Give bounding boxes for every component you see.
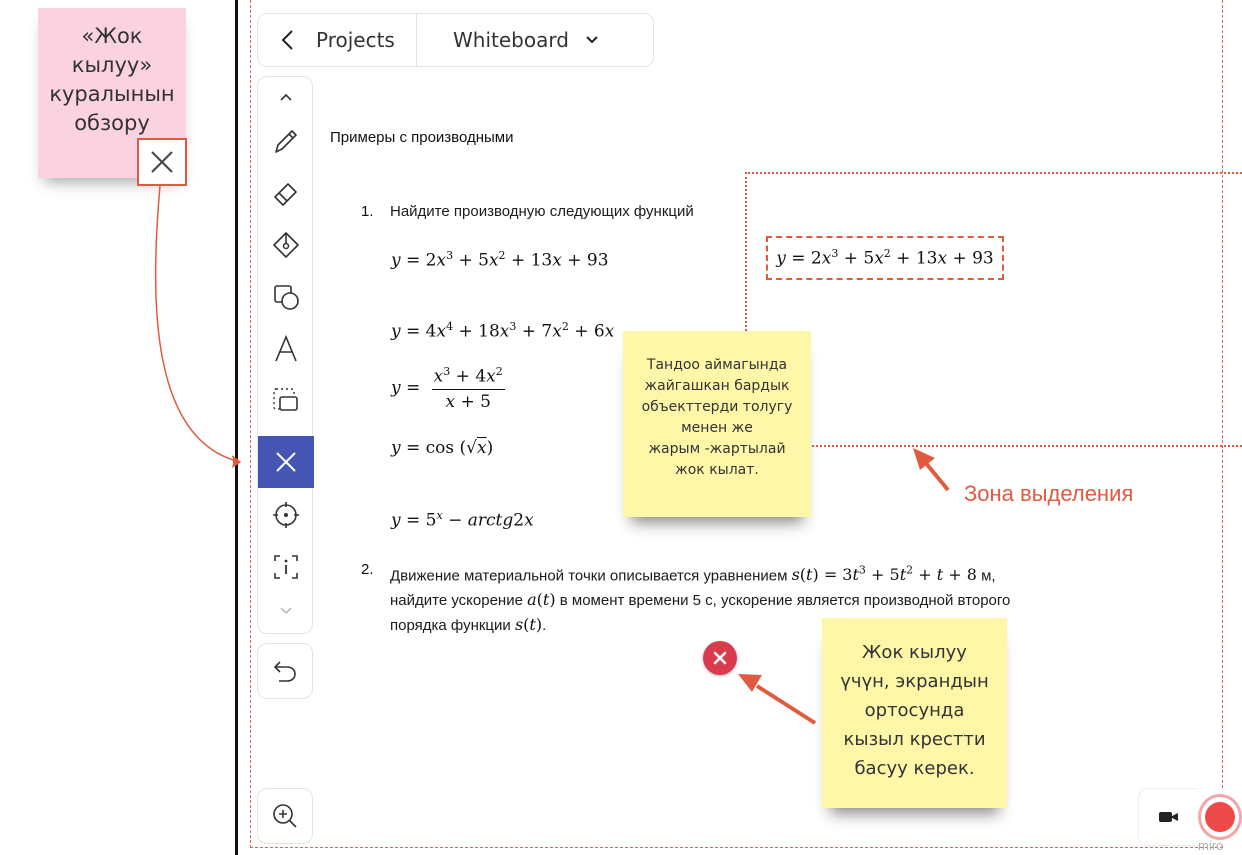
- chevron-up-icon: [280, 93, 292, 101]
- undo-button[interactable]: [257, 643, 313, 699]
- question-number: 2.: [361, 561, 374, 578]
- chevron-down-icon: [280, 607, 292, 615]
- video-camera-icon: [1158, 812, 1178, 822]
- pen-tool[interactable]: [258, 115, 314, 167]
- eraser-tool[interactable]: [258, 167, 314, 219]
- selection-zone-label: Зона выделения: [964, 481, 1134, 506]
- note-line: жок кылат.: [675, 462, 759, 478]
- tool-bar: [257, 76, 314, 634]
- close-icon: [713, 651, 727, 665]
- close-icon: [276, 452, 296, 472]
- top-bar: Projects Whiteboard: [257, 13, 654, 67]
- projects-link[interactable]: Projects: [316, 28, 416, 52]
- formula: y = x3 + 4x2 x + 5: [391, 365, 505, 412]
- selection-zone[interactable]: [745, 172, 1242, 447]
- note-line: объекттерди толугу: [641, 399, 793, 415]
- board-name: Whiteboard: [453, 28, 569, 52]
- laser-pointer-tool[interactable]: [258, 489, 314, 541]
- fill-icon: [273, 232, 299, 258]
- note-line: Тандоо аймагында: [646, 357, 788, 373]
- camera-button[interactable]: [1138, 788, 1198, 846]
- board-selector[interactable]: Whiteboard: [417, 28, 599, 52]
- fill-tool[interactable]: [258, 219, 314, 271]
- question-number: 1.: [361, 203, 374, 220]
- question-text: Найдите производную следующих функций: [390, 203, 694, 220]
- text-icon: [275, 334, 297, 362]
- document-title: Примеры с производными: [330, 129, 514, 146]
- delete-info-note: Жок кылуу үчүн, экрандын ортосунда кызыл…: [822, 618, 1007, 808]
- delete-selection-button[interactable]: [703, 641, 737, 675]
- select-icon: [273, 388, 298, 411]
- zoom-in-icon: [273, 804, 297, 828]
- formula: y = 2x3 + 5x2 + 13x + 93: [776, 247, 994, 269]
- note-line: ортосунда: [864, 700, 965, 721]
- note-line: Жок кылуу: [862, 642, 967, 663]
- info-tool[interactable]: [258, 541, 314, 593]
- formula: y = 2x3 + 5x2 + 13x + 93: [391, 249, 609, 271]
- undo-icon: [273, 661, 296, 682]
- eraser-icon: [274, 183, 297, 206]
- crosshair-icon: [273, 502, 299, 528]
- zoom-button[interactable]: [257, 788, 313, 844]
- formula: y = 4x4 + 18x3 + 7x2 + 6x: [391, 320, 615, 342]
- text-tool[interactable]: [258, 323, 314, 375]
- scroll-up-button[interactable]: [258, 77, 314, 117]
- chevron-left-icon: [281, 30, 293, 50]
- note-line: үчүн, экрандын: [840, 671, 989, 692]
- formula: y = cos (√x): [391, 438, 494, 458]
- note-line: жарым -жартылай: [648, 441, 786, 457]
- note-line: жайгашкан бардык: [644, 378, 790, 394]
- shapes-tool[interactable]: [258, 271, 314, 323]
- note-line: кызыл крестти: [843, 729, 986, 750]
- back-button[interactable]: [258, 14, 316, 66]
- scroll-down-button[interactable]: [258, 589, 314, 633]
- note-line: менен же: [681, 420, 753, 436]
- selection-info-note: Тандоо аймагында жайгашкан бардык объект…: [623, 331, 811, 517]
- selected-object[interactable]: y = 2x3 + 5x2 + 13x + 93: [766, 236, 1004, 280]
- chevron-down-icon: [585, 35, 599, 45]
- delete-tool[interactable]: [258, 436, 314, 488]
- info-icon: [274, 555, 298, 579]
- record-icon: [1198, 794, 1242, 840]
- pen-icon: [275, 130, 297, 153]
- note-line: басуу керек.: [854, 758, 975, 779]
- watermark: miro: [1198, 838, 1224, 853]
- shapes-icon: [274, 285, 299, 310]
- select-tool[interactable]: [258, 375, 314, 427]
- formula: y = 5x − arctg2x: [391, 509, 534, 531]
